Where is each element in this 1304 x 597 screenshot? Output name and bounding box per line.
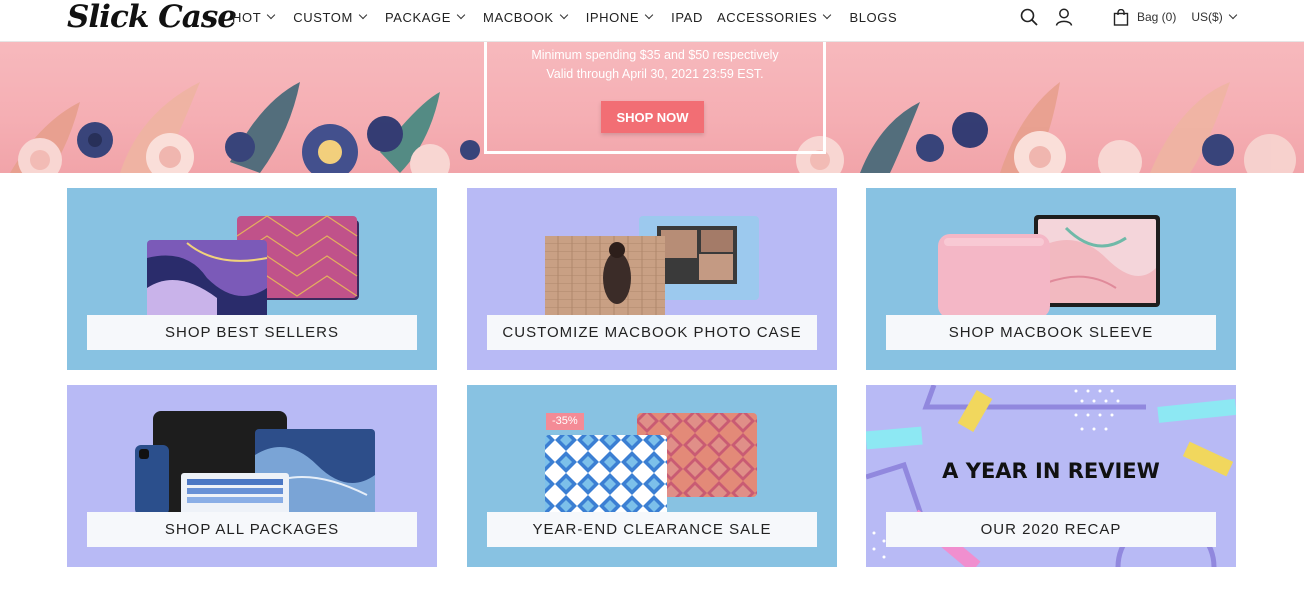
nav-item-macbook[interactable]: MACBOOK xyxy=(483,9,568,25)
promo-line-2: Valid through April 30, 2021 23:59 EST. xyxy=(546,67,764,81)
user-icon[interactable] xyxy=(1053,6,1075,28)
main-nav: HOT CUSTOM PACKAGE MACBOOK IPHONE IPAD A… xyxy=(232,9,916,25)
tile-2020-recap[interactable]: A YEAR IN REVIEW OUR 2020 RECAP xyxy=(866,385,1236,567)
nav-item-accessories[interactable]: ACCESSORIES xyxy=(716,9,832,25)
tile-label: YEAR-END CLEARANCE SALE xyxy=(487,512,817,547)
shop-now-button[interactable]: SHOP NOW xyxy=(601,101,704,133)
nav-label: ACCESSORIES xyxy=(716,9,818,25)
tile-label: CUSTOMIZE MACBOOK PHOTO CASE xyxy=(487,315,817,350)
nav-item-ipad[interactable]: IPAD xyxy=(671,9,703,25)
chevron-down-icon xyxy=(358,10,368,20)
tile-best-sellers[interactable]: SHOP BEST SELLERS xyxy=(67,188,437,370)
tile-all-packages[interactable]: SHOP ALL PACKAGES xyxy=(67,385,437,567)
site-header: Slick Case HOT CUSTOM PACKAGE MACBOOK IP… xyxy=(0,0,1304,42)
bag-icon xyxy=(1113,8,1129,26)
nav-label: MACBOOK xyxy=(483,9,554,25)
tile-customize-photo-case[interactable]: CUSTOMIZE MACBOOK PHOTO CASE xyxy=(467,188,837,370)
header-actions: Bag (0) US($) xyxy=(1018,6,1237,28)
chevron-down-icon xyxy=(559,10,568,20)
promo-line-1: Minimum spending $35 and $50 respectivel… xyxy=(531,48,779,62)
recap-headline: A YEAR IN REVIEW xyxy=(942,459,1160,483)
nav-item-custom[interactable]: CUSTOM xyxy=(293,9,368,25)
nav-item-iphone[interactable]: IPHONE xyxy=(585,9,654,25)
tile-label: SHOP BEST SELLERS xyxy=(87,315,417,350)
bag-button[interactable]: Bag (0) xyxy=(1113,8,1177,26)
search-icon[interactable] xyxy=(1018,6,1040,28)
nav-item-blogs[interactable]: BLOGS xyxy=(849,9,897,25)
brand-logo[interactable]: Slick Case xyxy=(67,0,237,34)
tile-macbook-sleeve[interactable]: SHOP MACBOOK SLEEVE xyxy=(866,188,1236,370)
tile-label: SHOP MACBOOK SLEEVE xyxy=(886,315,1216,350)
nav-label: IPHONE xyxy=(585,9,640,25)
tile-label: OUR 2020 RECAP xyxy=(886,512,1216,547)
nav-label: CUSTOM xyxy=(293,9,353,25)
nav-label: IPAD xyxy=(671,9,703,25)
bag-label: Bag (0) xyxy=(1137,10,1177,24)
currency-selector[interactable]: US($) xyxy=(1191,10,1237,24)
chevron-down-icon xyxy=(823,10,832,20)
chevron-down-icon xyxy=(1228,10,1237,20)
nav-label: HOT xyxy=(232,9,262,25)
chevron-down-icon xyxy=(456,10,466,20)
discount-badge: -35% xyxy=(546,413,584,430)
nav-item-hot[interactable]: HOT xyxy=(232,9,276,25)
nav-label: BLOGS xyxy=(849,9,898,25)
promo-banner[interactable]: Minimum spending $35 and $50 respectivel… xyxy=(0,42,1304,173)
nav-item-package[interactable]: PACKAGE xyxy=(384,9,466,25)
nav-label: PACKAGE xyxy=(384,9,452,25)
tile-label: SHOP ALL PACKAGES xyxy=(87,512,417,547)
currency-label: US($) xyxy=(1191,10,1223,24)
tile-clearance-sale[interactable]: -35% YEAR-END CLEARANCE SALE xyxy=(467,385,837,567)
chevron-down-icon xyxy=(267,10,276,20)
chevron-down-icon xyxy=(644,10,654,20)
